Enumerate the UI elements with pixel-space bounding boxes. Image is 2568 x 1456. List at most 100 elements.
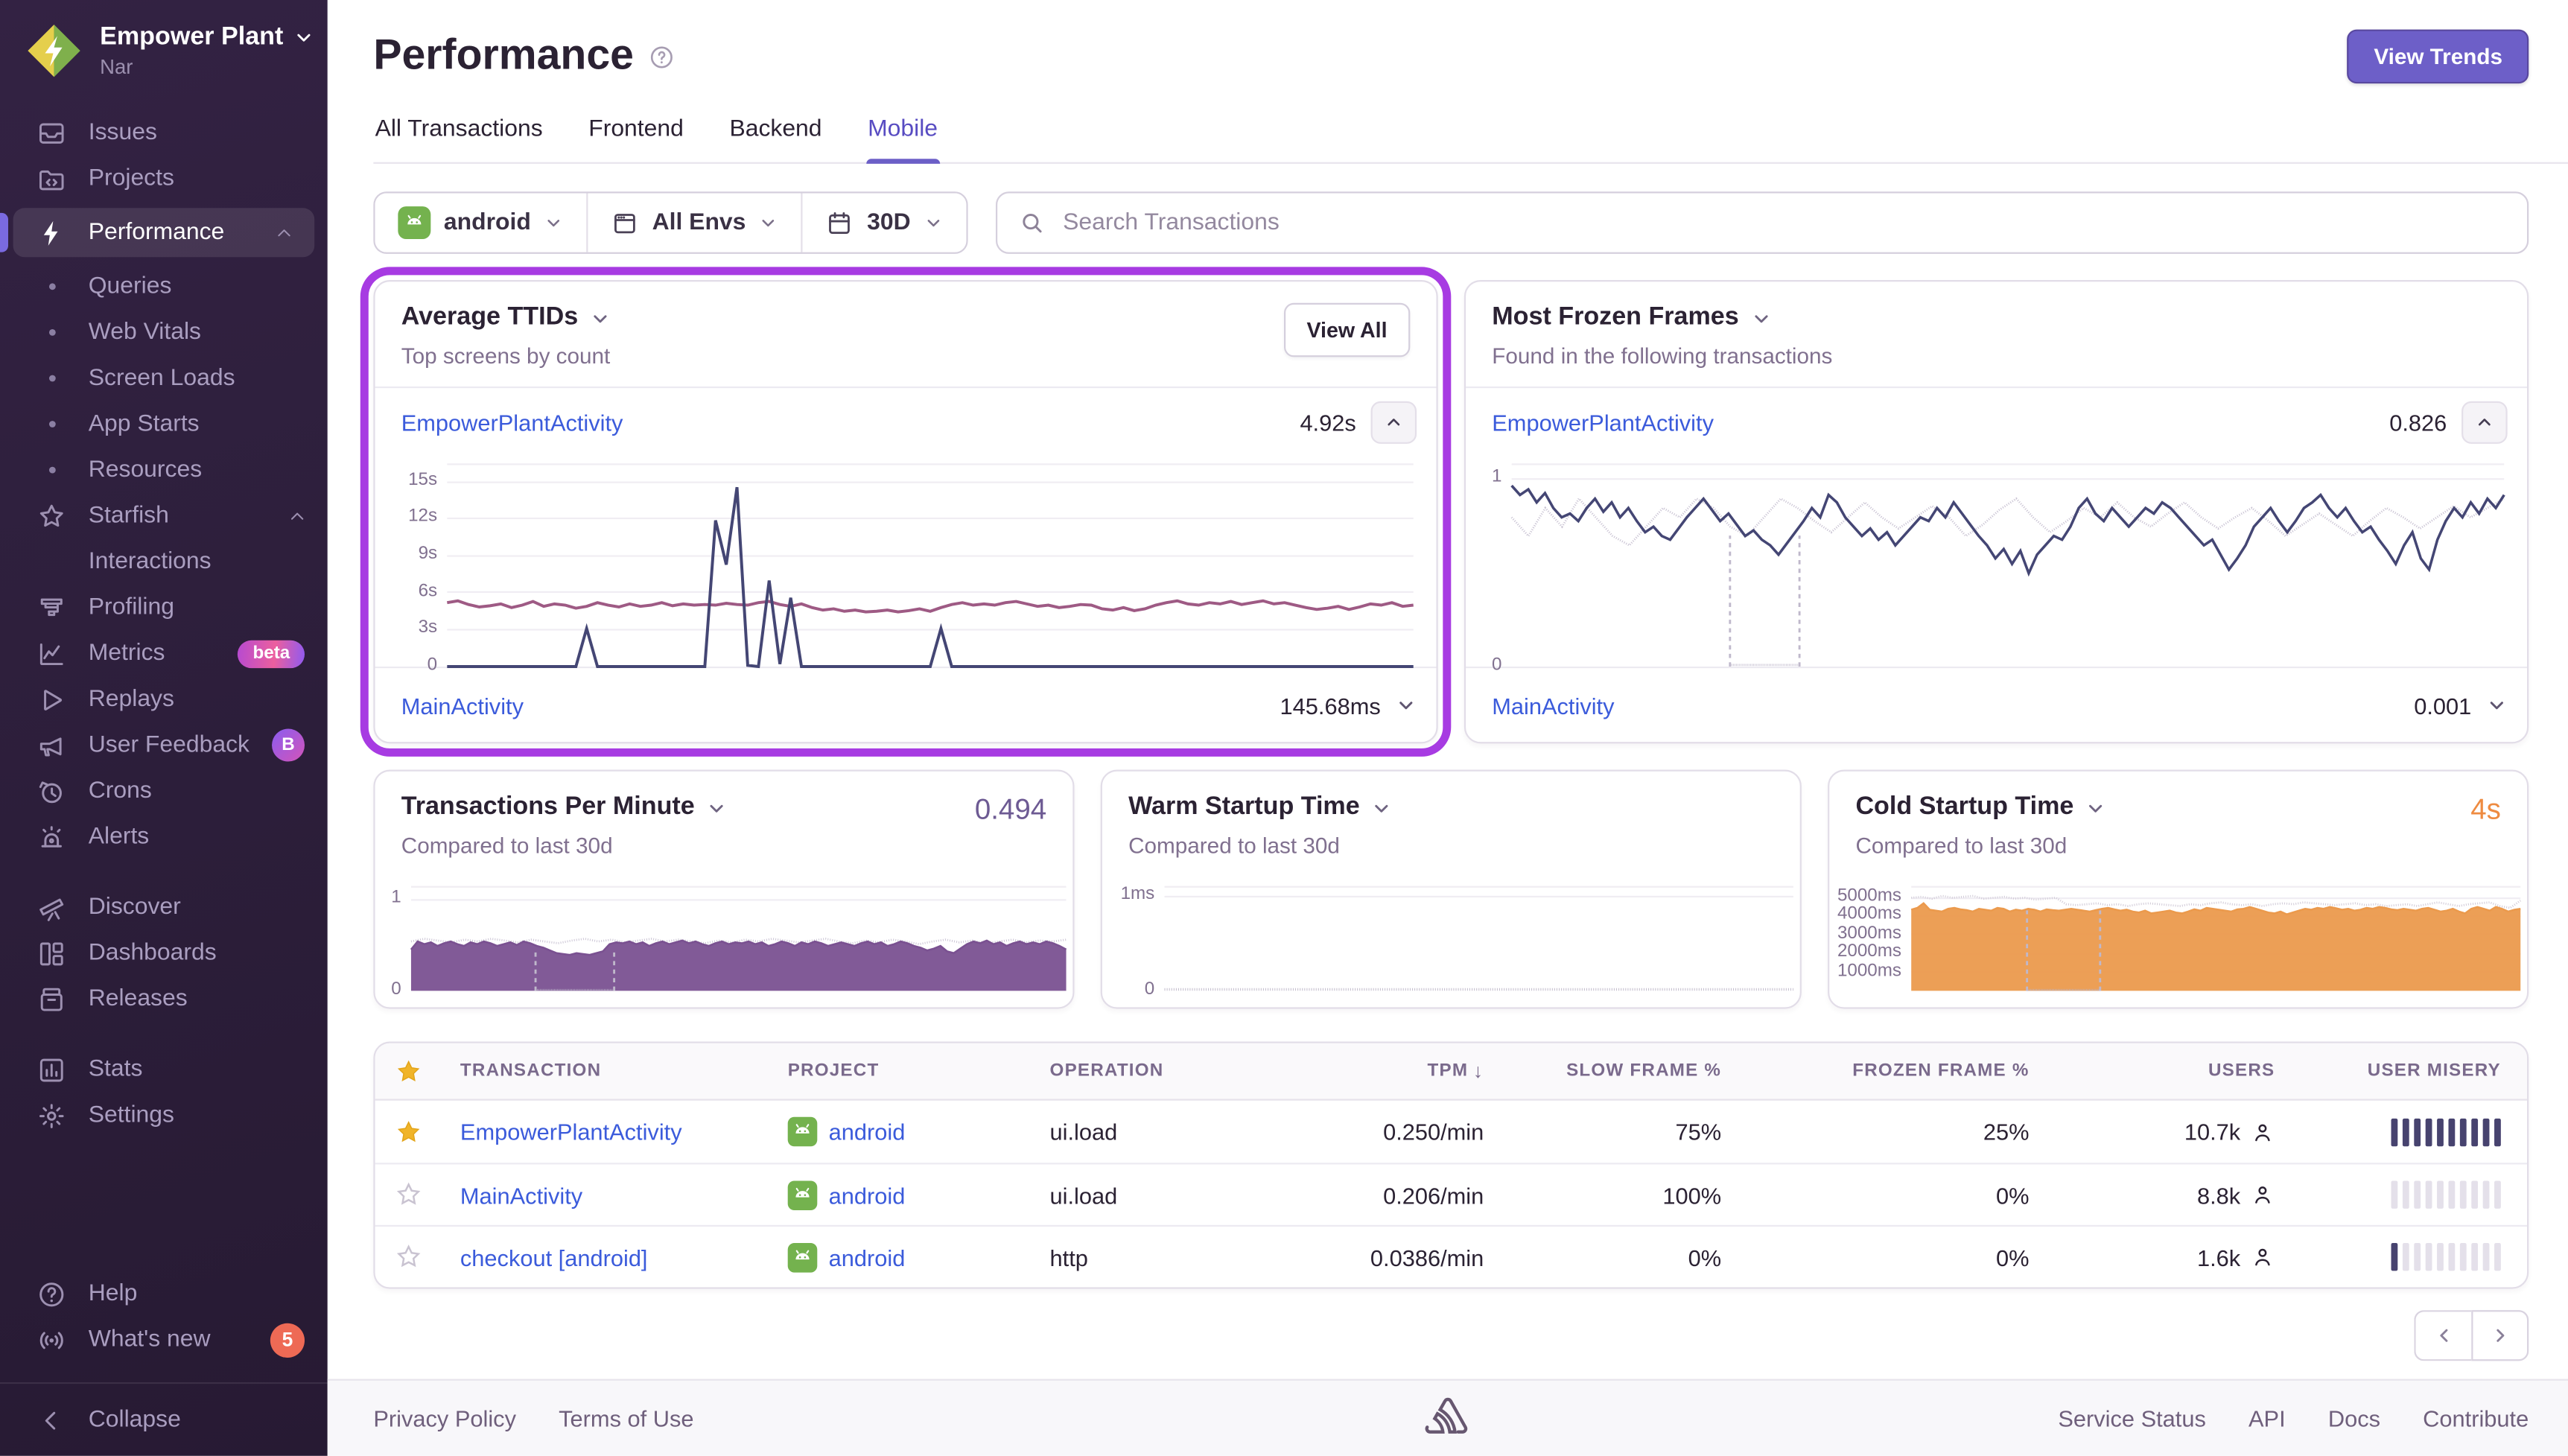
- transaction-link[interactable]: EmpowerPlantActivity: [460, 1119, 682, 1145]
- stats-icon: [36, 1054, 67, 1085]
- project-cell[interactable]: android: [788, 1242, 1030, 1272]
- transaction-link[interactable]: checkout [android]: [460, 1244, 648, 1270]
- sidebar-item-web-vitals[interactable]: Web Vitals: [0, 310, 328, 356]
- date-range-filter[interactable]: 30D: [801, 193, 966, 252]
- help-circle-icon[interactable]: [649, 44, 675, 70]
- star-icon[interactable]: [394, 1057, 422, 1084]
- ttid-value: 145.68ms: [1280, 692, 1381, 718]
- expand-row-button[interactable]: [1396, 694, 1417, 716]
- sidebar-item-user-feedback[interactable]: User FeedbackB: [0, 722, 328, 769]
- collapse-row-button[interactable]: [2461, 401, 2508, 444]
- col-users[interactable]: USERS: [2030, 1061, 2275, 1081]
- sidebar-item-dashboards[interactable]: Dashboards: [0, 930, 328, 976]
- sidebar-item-resources[interactable]: Resources: [0, 447, 328, 493]
- y-tick-label: 3000ms: [1837, 925, 1901, 943]
- warm-y-axis: 1ms0: [1105, 886, 1164, 991]
- transaction-link[interactable]: MainActivity: [460, 1182, 582, 1208]
- y-tick-label: 1: [391, 890, 401, 908]
- service-status-link[interactable]: Service Status: [2058, 1405, 2205, 1431]
- sidebar-item-discover[interactable]: Discover: [0, 884, 328, 930]
- transaction-link[interactable]: EmpowerPlantActivity: [1492, 410, 1714, 436]
- star-icon: [36, 500, 67, 532]
- y-tick-label: 15s: [408, 471, 437, 489]
- col-tpm[interactable]: TPM↓: [1325, 1060, 1484, 1083]
- search-input[interactable]: [1060, 208, 2506, 238]
- sidebar-item-interactions[interactable]: Interactions: [0, 538, 328, 585]
- row-star-toggle[interactable]: [375, 1243, 441, 1271]
- expand-row-button[interactable]: [2486, 694, 2508, 716]
- col-slow-frame[interactable]: SLOW FRAME %: [1484, 1061, 1721, 1081]
- transaction-link[interactable]: MainActivity: [401, 692, 524, 718]
- chevron-left-icon: [36, 1405, 67, 1436]
- sentry-logo[interactable]: [1423, 1393, 1472, 1443]
- ttid-value: 4.92s: [1300, 410, 1355, 436]
- sidebar-item-replays[interactable]: Replays: [0, 676, 328, 722]
- sidebar-item-collapse[interactable]: Collapse: [0, 1397, 328, 1443]
- widget-cold-startup-time: Cold Startup Time Compared to last 30d 4…: [1828, 770, 2529, 1009]
- project-cell[interactable]: android: [788, 1180, 1030, 1209]
- col-project[interactable]: PROJECT: [788, 1061, 1030, 1081]
- sidebar-item-app-starts[interactable]: App Starts: [0, 401, 328, 448]
- sidebar-item-performance[interactable]: Performance: [13, 208, 315, 257]
- sidebar-item-profiling[interactable]: Profiling: [0, 585, 328, 631]
- sidebar-item-issues[interactable]: Issues: [0, 109, 328, 156]
- view-trends-button[interactable]: View Trends: [2348, 30, 2529, 84]
- col-transaction[interactable]: TRANSACTION: [441, 1061, 788, 1081]
- sidebar-item-label: Projects: [89, 165, 174, 191]
- cold-widget-title-dropdown[interactable]: Cold Startup Time: [1855, 792, 2106, 822]
- docs-link[interactable]: Docs: [2328, 1405, 2380, 1431]
- col-operation[interactable]: OPERATION: [1030, 1061, 1325, 1081]
- tpm-chart: [411, 886, 1067, 991]
- sidebar-footer-nav: HelpWhat's new5 Collapse: [0, 1258, 328, 1456]
- y-tick-label: 12s: [408, 508, 437, 526]
- sidebar-item-screen-loads[interactable]: Screen Loads: [0, 355, 328, 401]
- sidebar-item-whats-new[interactable]: What's new5: [0, 1317, 328, 1363]
- sidebar-item-crons[interactable]: Crons: [0, 768, 328, 814]
- transaction-search[interactable]: [996, 191, 2529, 254]
- project-filter[interactable]: android: [375, 193, 587, 252]
- tab-frontend[interactable]: Frontend: [587, 116, 685, 162]
- tab-all-transactions[interactable]: All Transactions: [373, 116, 544, 162]
- org-avatar: [25, 22, 83, 80]
- org-switcher[interactable]: Empower Plant Nar: [0, 0, 328, 97]
- contribute-link[interactable]: Contribute: [2423, 1405, 2529, 1431]
- environment-filter[interactable]: All Envs: [587, 193, 802, 252]
- user-misery-score: [2275, 1118, 2500, 1145]
- ttid-widget-title-dropdown[interactable]: Average TTIDs: [401, 303, 611, 333]
- col-frozen-frame[interactable]: FROZEN FRAME %: [1721, 1061, 2029, 1081]
- sidebar-item-starfish[interactable]: Starfish: [0, 493, 328, 539]
- sidebar-item-help[interactable]: Help: [0, 1271, 328, 1317]
- terms-of-use-link[interactable]: Terms of Use: [559, 1405, 693, 1431]
- sidebar-item-projects[interactable]: Projects: [0, 156, 328, 202]
- tpm-cell: 0.206/min: [1325, 1182, 1484, 1208]
- sidebar-item-settings[interactable]: Settings: [0, 1093, 328, 1139]
- y-tick-label: 0: [428, 657, 437, 675]
- frozen-widget-title-dropdown[interactable]: Most Frozen Frames: [1492, 303, 1832, 333]
- frozen-y-axis: 10: [1479, 463, 1512, 667]
- transaction-link[interactable]: MainActivity: [1492, 692, 1614, 718]
- api-link[interactable]: API: [2248, 1405, 2286, 1431]
- transaction-link[interactable]: EmpowerPlantActivity: [401, 410, 623, 436]
- collapse-row-button[interactable]: [1371, 401, 1417, 444]
- prev-page-button[interactable]: [2414, 1310, 2471, 1361]
- sidebar-item-queries[interactable]: Queries: [0, 264, 328, 310]
- tab-backend[interactable]: Backend: [728, 116, 824, 162]
- tab-mobile[interactable]: Mobile: [866, 116, 939, 162]
- sidebar-item-metrics[interactable]: Metricsbeta: [0, 631, 328, 677]
- sidebar-item-stats[interactable]: Stats: [0, 1046, 328, 1093]
- col-user-misery[interactable]: USER MISERY: [2275, 1061, 2500, 1081]
- org-subtitle: Nar: [100, 55, 314, 79]
- next-page-button[interactable]: [2471, 1310, 2529, 1361]
- user-misery-score: [2275, 1180, 2500, 1208]
- row-star-toggle[interactable]: [375, 1180, 441, 1208]
- y-tick-label: 0: [391, 981, 401, 999]
- table-row: MainActivityandroidui.load0.206/min100%0…: [375, 1163, 2527, 1225]
- sidebar-item-releases[interactable]: Releases: [0, 976, 328, 1023]
- view-all-button[interactable]: View All: [1284, 303, 1411, 357]
- warm-widget-title-dropdown[interactable]: Warm Startup Time: [1128, 792, 1393, 822]
- sidebar-item-alerts[interactable]: Alerts: [0, 814, 328, 860]
- tpm-widget-title-dropdown[interactable]: Transactions Per Minute: [401, 792, 728, 822]
- row-star-toggle[interactable]: [375, 1118, 441, 1145]
- project-cell[interactable]: android: [788, 1117, 1030, 1147]
- privacy-policy-link[interactable]: Privacy Policy: [373, 1405, 516, 1431]
